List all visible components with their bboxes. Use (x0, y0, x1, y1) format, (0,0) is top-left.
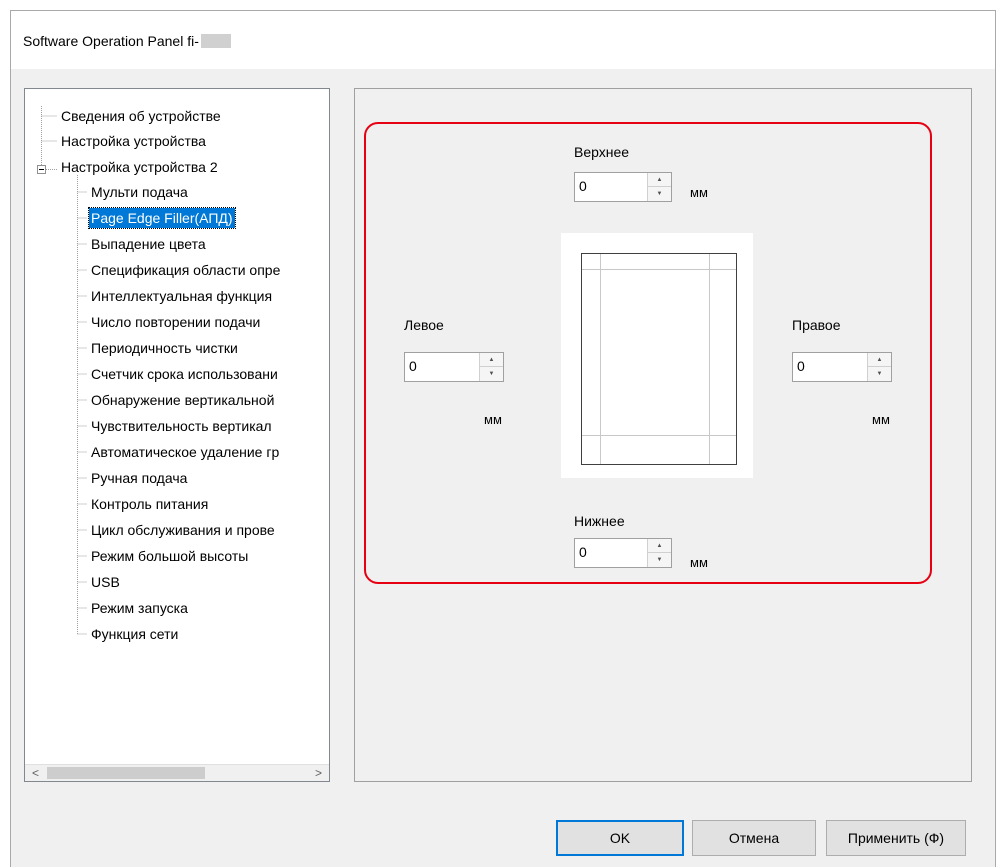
right-margin-guide (709, 254, 710, 464)
scroll-thumb[interactable] (47, 767, 205, 779)
tree-item-intelligent-function[interactable]: Интеллектуальная функция (89, 286, 274, 306)
tree-item-multifeed[interactable]: Мульти подача (89, 182, 190, 202)
cancel-button[interactable]: Отмена (692, 820, 816, 856)
tree-item-device-settings[interactable]: Настройка устройства (59, 131, 208, 151)
right-edge-up-icon[interactable]: ▲ (868, 353, 891, 367)
tree-item-startup-mode[interactable]: Режим запуска (89, 598, 190, 618)
tree-item-feed-retries[interactable]: Число повторении подачи (89, 312, 262, 332)
page-preview-sheet (581, 253, 737, 465)
tree-item-auto-removal[interactable]: Автоматическое удаление гр (89, 442, 281, 462)
tree-item-network-function[interactable]: Функция сети (89, 624, 180, 644)
tree-item-cleaning-cycle[interactable]: Периодичность чистки (89, 338, 240, 358)
bottom-edge-unit: мм (690, 555, 708, 570)
tree-item-life-counter[interactable]: Счетчик срока использовани (89, 364, 280, 384)
top-edge-spinbox[interactable]: 0 ▲ ▼ (574, 172, 672, 202)
tree-item-device-info[interactable]: Сведения об устройстве (59, 106, 223, 126)
right-edge-value[interactable]: 0 (797, 358, 805, 374)
left-edge-down-icon[interactable]: ▼ (480, 367, 503, 381)
scroll-left-icon[interactable]: < (27, 765, 44, 781)
horizontal-scrollbar[interactable]: < > (25, 764, 329, 781)
tree-item-maintenance-cycle[interactable]: Цикл обслуживания и прове (89, 520, 277, 540)
right-edge-unit: мм (872, 412, 890, 427)
tree-item-device-settings-2[interactable]: Настройка устройства 2 (59, 157, 220, 177)
left-margin-guide (600, 254, 601, 464)
left-edge-up-icon[interactable]: ▲ (480, 353, 503, 367)
left-edge-value[interactable]: 0 (409, 358, 417, 374)
window-title: Software Operation Panel fi- (23, 33, 231, 49)
left-edge-label: Левое (404, 317, 444, 333)
tree-item-vertical-detection[interactable]: Обнаружение вертикальной (89, 390, 276, 410)
right-edge-down-icon[interactable]: ▼ (868, 367, 891, 381)
tree-item-page-edge-filler[interactable]: Page Edge Filler(АПД) (88, 207, 236, 229)
scroll-right-icon[interactable]: > (310, 765, 327, 781)
top-edge-label: Верхнее (574, 144, 630, 160)
bottom-edge-value[interactable]: 0 (579, 544, 587, 560)
top-margin-guide (582, 269, 736, 270)
tree-item-usb[interactable]: USB (89, 572, 122, 592)
collapse-toggle-icon[interactable] (37, 165, 46, 174)
bottom-edge-down-icon[interactable]: ▼ (648, 553, 671, 567)
settings-tree[interactable]: Сведения об устройстве Настройка устройс… (24, 88, 330, 782)
title-bar: Software Operation Panel fi- (11, 11, 995, 69)
ok-button[interactable]: OK (556, 820, 684, 856)
tree-item-power-control[interactable]: Контроль питания (89, 494, 210, 514)
tree-item-high-altitude[interactable]: Режим большой высоты (89, 546, 250, 566)
right-edge-spinbox[interactable]: 0 ▲ ▼ (792, 352, 892, 382)
bottom-edge-up-icon[interactable]: ▲ (648, 539, 671, 553)
tree-item-vertical-sensitivity[interactable]: Чувствительность вертикал (89, 416, 274, 436)
left-edge-spinbox[interactable]: 0 ▲ ▼ (404, 352, 504, 382)
right-edge-label: Правое (792, 317, 841, 333)
bottom-edge-label: Нижнее (574, 513, 625, 529)
top-edge-value[interactable]: 0 (579, 178, 587, 194)
top-edge-unit: мм (690, 185, 708, 200)
tree-item-dropout-color[interactable]: Выпадение цвета (89, 234, 208, 254)
top-edge-up-icon[interactable]: ▲ (648, 173, 671, 187)
bottom-margin-guide (582, 435, 736, 436)
apply-button[interactable]: Применить (Ф) (826, 820, 966, 856)
bottom-edge-spinbox[interactable]: 0 ▲ ▼ (574, 538, 672, 568)
top-edge-down-icon[interactable]: ▼ (648, 187, 671, 201)
page-preview (561, 233, 753, 478)
tree-item-manual-feed[interactable]: Ручная подача (89, 468, 189, 488)
tree-item-area-spec[interactable]: Спецификация области опре (89, 260, 282, 280)
redacted-model (200, 34, 231, 48)
left-edge-unit: мм (484, 412, 502, 427)
